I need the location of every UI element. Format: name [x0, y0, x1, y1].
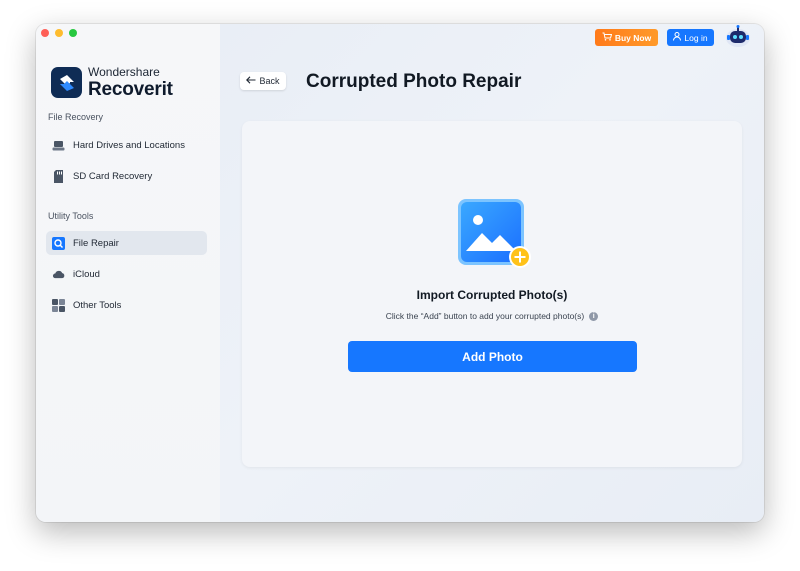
sidebar-item-label: Hard Drives and Locations: [73, 139, 185, 151]
sidebar-item-hard-drives[interactable]: Hard Drives and Locations: [46, 133, 207, 157]
sidebar-item-label: File Repair: [73, 237, 119, 249]
info-icon[interactable]: i: [589, 312, 599, 322]
hard-drive-icon: [52, 139, 65, 152]
sidebar-item-label: Other Tools: [73, 299, 122, 311]
logo-product: Recoverit: [88, 79, 173, 100]
page-title: Corrupted Photo Repair: [306, 71, 522, 92]
close-window-button[interactable]: [41, 29, 49, 37]
user-icon: [673, 32, 682, 43]
grid-tools-icon: [52, 298, 65, 312]
import-title: Import Corrupted Photo(s): [416, 288, 568, 302]
file-repair-icon: [52, 236, 65, 250]
sidebar-item-file-repair[interactable]: File Repair: [46, 231, 207, 255]
photo-add-icon[interactable]: [458, 199, 534, 269]
login-button[interactable]: Log in: [667, 29, 714, 46]
sidebar-item-label: SD Card Recovery: [73, 170, 153, 182]
add-photo-button[interactable]: Add Photo: [348, 341, 637, 372]
section-title-utility-tools: Utility Tools: [48, 211, 94, 221]
assistant-robot-icon[interactable]: [725, 25, 751, 49]
back-button[interactable]: Back: [240, 72, 286, 90]
app-logo: Wondershare Recoverit: [51, 66, 173, 99]
recoverit-logo-icon: [51, 67, 82, 98]
sidebar-item-sd-card[interactable]: SD Card Recovery: [46, 164, 207, 188]
import-hint-text: Click the “Add” button to add your corru…: [385, 311, 585, 321]
logo-brand: Wondershare: [88, 65, 160, 79]
window-controls: [41, 29, 77, 37]
section-title-file-recovery: File Recovery: [48, 112, 104, 122]
cart-icon: [602, 32, 612, 43]
back-label: Back: [259, 76, 280, 86]
app-window: Wondershare Recoverit File Recovery Hard…: [36, 24, 764, 522]
zoom-window-button[interactable]: [69, 29, 77, 37]
minimize-window-button[interactable]: [55, 29, 63, 37]
sd-card-icon: [52, 169, 65, 183]
sidebar: Wondershare Recoverit File Recovery Hard…: [36, 24, 221, 522]
buy-now-button[interactable]: Buy Now: [595, 29, 658, 46]
login-label: Log in: [684, 32, 708, 43]
sidebar-item-icloud[interactable]: iCloud: [46, 262, 207, 286]
sidebar-item-other-tools[interactable]: Other Tools: [46, 293, 207, 317]
cloud-icon: [52, 268, 65, 281]
import-card: Import Corrupted Photo(s) Click the “Add…: [242, 121, 742, 467]
buy-now-label: Buy Now: [614, 32, 652, 43]
sidebar-item-label: iCloud: [73, 268, 100, 280]
main-panel: Buy Now Log in Back Corrupted Photo Repa…: [220, 24, 764, 522]
arrow-left-icon: [246, 76, 256, 86]
import-hint: Click the “Add” button to add your corru…: [242, 311, 742, 322]
